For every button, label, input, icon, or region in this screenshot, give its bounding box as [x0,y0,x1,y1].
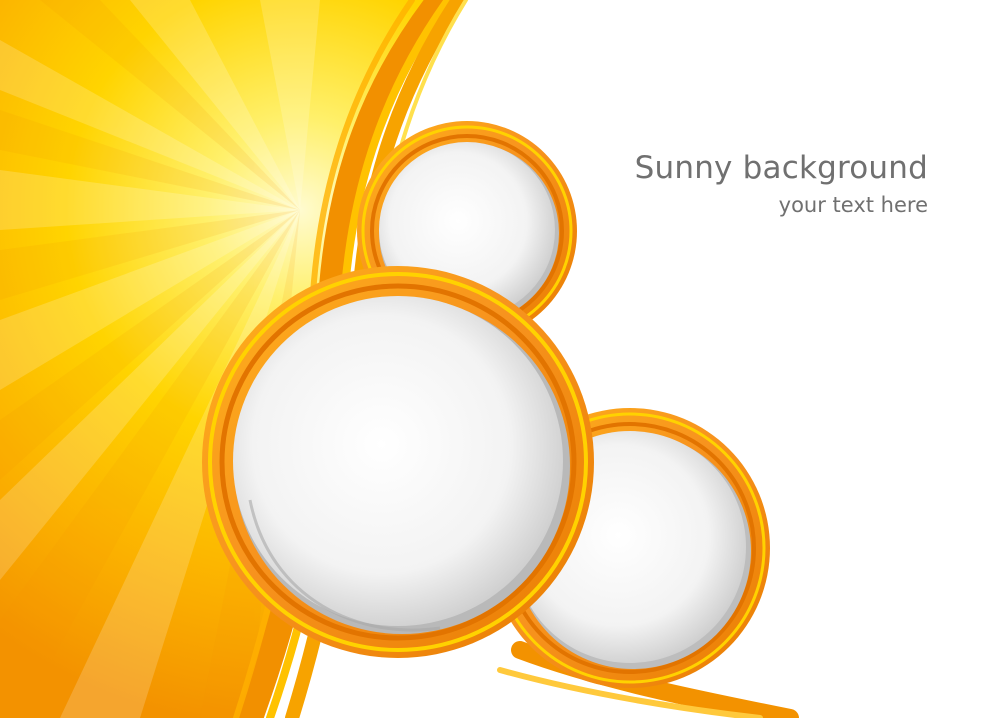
headline: Sunny background [634,150,928,186]
banner: Sunny background your text here [0,0,992,718]
subheadline: your text here [778,193,928,217]
sunny-artwork [0,0,799,718]
large-ring-frame [202,266,594,658]
